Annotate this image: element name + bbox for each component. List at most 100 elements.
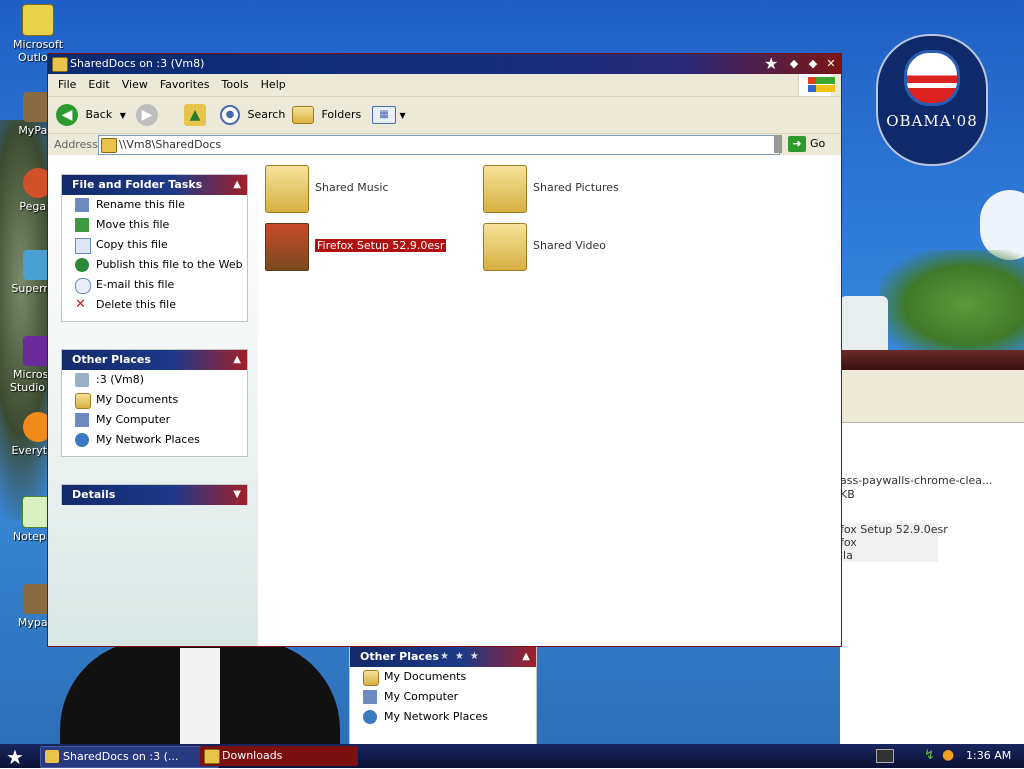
file-name: Firefox Setup 52.9.0esr bbox=[315, 239, 447, 252]
search-icon: ● bbox=[220, 105, 240, 125]
star-icon: ★ bbox=[764, 54, 779, 73]
place-label: My Network Places bbox=[384, 710, 488, 723]
task-label: Rename this file bbox=[96, 198, 185, 211]
task-label: Move this file bbox=[96, 218, 170, 231]
menu-favorites[interactable]: Favorites bbox=[154, 74, 216, 96]
expand-chevron-icon[interactable]: ▼ bbox=[233, 485, 241, 505]
background-file-size: KB bbox=[840, 488, 855, 501]
windows-logo-icon bbox=[798, 74, 835, 96]
rename-icon bbox=[75, 198, 89, 212]
background-window-titlebar bbox=[840, 350, 1024, 370]
close-button[interactable]: ✕ bbox=[824, 57, 838, 71]
file-item[interactable]: Shared Pictures bbox=[483, 165, 683, 215]
address-input[interactable]: \\Vm8\SharedDocs bbox=[98, 135, 780, 155]
background-window-toolbar bbox=[840, 370, 1024, 423]
dropdown-arrow-icon[interactable]: ▼ bbox=[400, 111, 406, 120]
task-rename[interactable]: Rename this file bbox=[62, 195, 247, 215]
task-label: Copy this file bbox=[96, 238, 168, 251]
folder-icon bbox=[204, 749, 220, 764]
start-button[interactable]: ★ bbox=[6, 745, 24, 769]
background-other-places-header[interactable]: Other Places ★★★ ▲ bbox=[350, 647, 536, 667]
clock[interactable]: 1:36 AM bbox=[966, 746, 1011, 766]
other-places-header[interactable]: Other Places ▲ bbox=[62, 350, 247, 370]
network-tray-icon[interactable]: ↯ bbox=[924, 748, 935, 763]
window-titlebar[interactable]: SharedDocs on :3 (Vm8) ★ ◆ ◆ ✕ bbox=[48, 54, 841, 74]
task-copy[interactable]: Copy this file bbox=[62, 235, 247, 255]
delete-icon: ✕ bbox=[75, 297, 86, 312]
menu-edit[interactable]: Edit bbox=[82, 74, 115, 96]
address-value: \\Vm8\SharedDocs bbox=[119, 138, 222, 151]
background-other-places: Other Places ★★★ ▲ My Documents My Compu… bbox=[349, 646, 537, 744]
file-folder-tasks-header[interactable]: File and Folder Tasks ▲ bbox=[62, 175, 247, 195]
place-my-documents[interactable]: My Documents bbox=[62, 390, 247, 410]
background-file-name-selected[interactable]: fox Setup 52.9.0esr bbox=[840, 523, 948, 536]
installer-icon bbox=[265, 223, 309, 271]
network-places-icon bbox=[363, 710, 377, 724]
back-arrow-icon: ◀ bbox=[56, 104, 78, 126]
place-my-documents[interactable]: My Documents bbox=[350, 667, 536, 687]
explorer-window: SharedDocs on :3 (Vm8) ★ ◆ ◆ ✕ File Edit V… bbox=[47, 53, 842, 647]
place-label: My Computer bbox=[384, 690, 459, 703]
publish-icon bbox=[75, 258, 89, 272]
minimize-button[interactable]: ◆ bbox=[787, 57, 801, 71]
details-header[interactable]: Details ▼ bbox=[62, 485, 247, 505]
obama-logo-text: OBAMA'08 bbox=[886, 112, 978, 130]
toolbar: ◀ Back ▼ ▶ ▲ ● Search Folders ▦ ▼ bbox=[48, 97, 841, 134]
file-item[interactable]: Shared Music bbox=[265, 165, 465, 215]
dropdown-arrow-icon[interactable]: ▼ bbox=[120, 111, 126, 120]
task-label: Delete this file bbox=[96, 298, 176, 311]
task-delete[interactable]: ✕ Delete this file bbox=[62, 295, 247, 315]
views-button[interactable]: ▦ ▼ bbox=[372, 103, 406, 127]
menu-file[interactable]: File bbox=[52, 74, 82, 96]
menu-view[interactable]: View bbox=[116, 74, 154, 96]
task-email[interactable]: E-mail this file bbox=[62, 275, 247, 295]
place-label: :3 (Vm8) bbox=[96, 373, 145, 386]
back-button[interactable]: ◀ Back ▼ bbox=[56, 103, 126, 127]
wallpaper-shirt bbox=[180, 648, 220, 744]
taskbar-button-label: SharedDocs on :3 (... bbox=[63, 750, 179, 763]
taskbar-button-shareddocs[interactable]: SharedDocs on :3 (... bbox=[40, 746, 219, 768]
place-my-network-places[interactable]: My Network Places bbox=[350, 707, 536, 727]
views-icon: ▦ bbox=[372, 106, 396, 124]
menu-help[interactable]: Help bbox=[255, 74, 292, 96]
music-folder-icon bbox=[265, 165, 309, 213]
background-file-publisher: lla bbox=[840, 549, 938, 562]
place-network-drive[interactable]: :3 (Vm8) bbox=[62, 370, 247, 390]
move-icon bbox=[75, 218, 89, 232]
place-my-computer[interactable]: My Computer bbox=[62, 410, 247, 430]
go-arrow-icon: ➜ bbox=[788, 136, 806, 152]
place-my-network-places[interactable]: My Network Places bbox=[62, 430, 247, 450]
file-item[interactable]: Shared Video bbox=[483, 223, 683, 273]
address-dropdown[interactable] bbox=[774, 135, 782, 153]
maximize-button[interactable]: ◆ bbox=[806, 57, 820, 71]
wallpaper-tree-right bbox=[880, 250, 1024, 360]
computer-icon bbox=[363, 690, 377, 704]
place-my-computer[interactable]: My Computer bbox=[350, 687, 536, 707]
collapse-chevron-icon[interactable]: ▲ bbox=[233, 350, 241, 370]
background-file-company: fox bbox=[840, 536, 938, 549]
network-folder-icon bbox=[101, 138, 117, 153]
task-move[interactable]: Move this file bbox=[62, 215, 247, 235]
stars-decoration: ★★★ bbox=[440, 651, 485, 662]
network-places-icon bbox=[75, 433, 89, 447]
search-tray-icon[interactable]: ● bbox=[942, 747, 954, 763]
copy-icon bbox=[75, 238, 91, 254]
obama-sun-icon bbox=[904, 50, 960, 106]
collapse-chevron-icon[interactable]: ▲ bbox=[233, 175, 241, 195]
obama-logo: OBAMA'08 bbox=[876, 34, 988, 166]
task-publish[interactable]: Publish this file to the Web bbox=[62, 255, 247, 275]
folder-icon bbox=[45, 750, 59, 763]
collapse-chevron-icon[interactable]: ▲ bbox=[522, 647, 530, 667]
menu-bar: File Edit View Favorites Tools Help bbox=[48, 74, 841, 97]
file-item-selected[interactable]: Firefox Setup 52.9.0esr bbox=[265, 223, 465, 273]
folders-button[interactable]: Folders bbox=[292, 103, 361, 127]
forward-button[interactable]: ▶ bbox=[136, 103, 158, 127]
keyboard-tray-icon[interactable] bbox=[876, 749, 894, 763]
background-file-name[interactable]: ass-paywalls-chrome-clea... bbox=[840, 474, 993, 487]
menu-tools[interactable]: Tools bbox=[216, 74, 255, 96]
search-button[interactable]: ● Search bbox=[220, 103, 285, 127]
section-title: Other Places bbox=[72, 353, 151, 366]
taskbar-button-downloads[interactable]: Downloads bbox=[200, 746, 358, 766]
up-folder-button[interactable]: ▲ bbox=[184, 103, 206, 127]
go-button[interactable]: ➜ Go bbox=[788, 136, 825, 152]
